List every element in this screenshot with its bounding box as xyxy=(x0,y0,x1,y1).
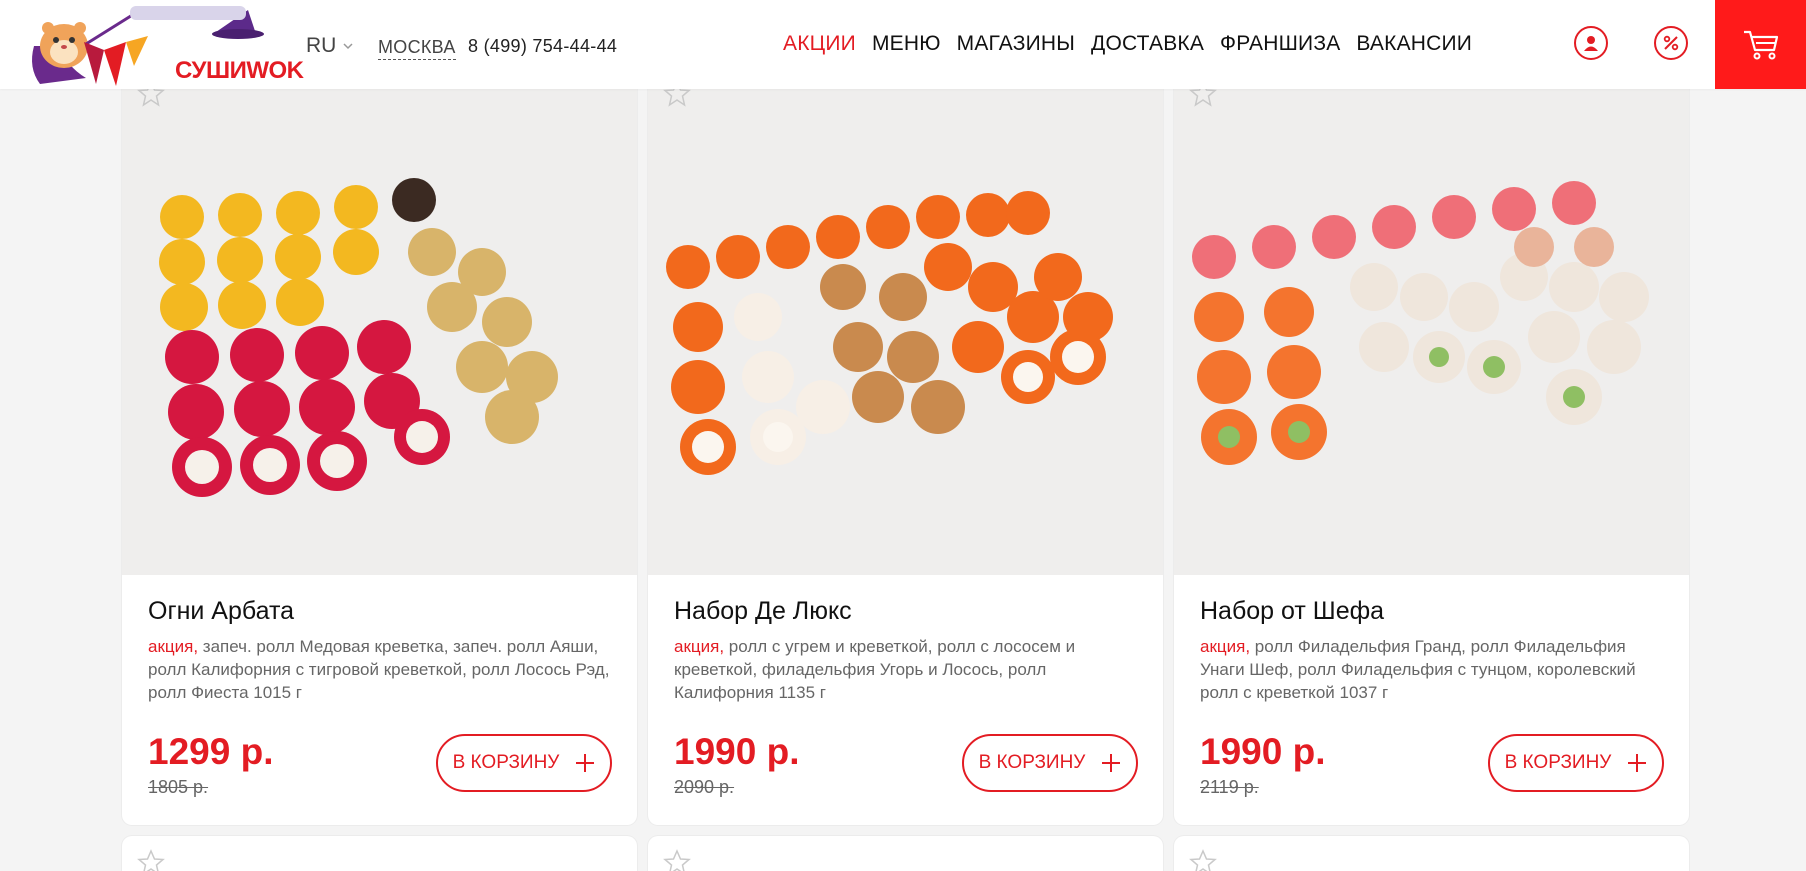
product-price: 1990 р. xyxy=(1200,731,1326,772)
user-icon xyxy=(1584,36,1598,51)
add-to-cart-button[interactable]: В КОРЗИНУ xyxy=(1488,734,1664,792)
nav-item-franchise[interactable]: ФРАНШИЗА xyxy=(1220,32,1340,56)
chevron-down-icon xyxy=(343,43,353,50)
product-description: акция, ролл с угрем и креветкой, ролл с … xyxy=(674,635,1144,704)
nav-item-promotions[interactable]: АКЦИИ xyxy=(783,32,856,56)
product-old-price: 2119 р. xyxy=(1200,777,1259,797)
product-old-price: 2090 р. xyxy=(674,777,735,797)
promo-tag: акция, xyxy=(1200,637,1251,656)
product-price: 1299 р. xyxy=(148,731,274,772)
site-header: СУШИWOK RU МОСКВА 8 (499) 754-44-44 АКЦИ… xyxy=(0,0,1806,89)
favorite-star-icon[interactable] xyxy=(662,848,692,871)
nav-item-stores[interactable]: МАГАЗИНЫ xyxy=(957,32,1075,56)
product-price: 1990 р. xyxy=(674,731,800,772)
cart-button[interactable] xyxy=(1715,0,1806,89)
cart-icon xyxy=(1743,30,1778,59)
nav-item-delivery[interactable]: ДОСТАВКА xyxy=(1091,32,1204,56)
phone-number[interactable]: 8 (499) 754-44-44 xyxy=(468,36,617,57)
plus-icon xyxy=(1102,754,1121,772)
product-card-next-row[interactable] xyxy=(1174,836,1689,871)
main-nav: АКЦИИ МЕНЮ МАГАЗИНЫ ДОСТАВКА ФРАНШИЗА ВА… xyxy=(783,32,1472,56)
product-card-next-row[interactable] xyxy=(648,836,1163,871)
language-selector[interactable]: RU xyxy=(306,34,354,58)
promotions-button[interactable] xyxy=(1654,26,1688,60)
product-composition: ролл Филадельфия Гранд, ролл Филадельфия… xyxy=(1200,637,1636,702)
nav-item-menu[interactable]: МЕНЮ xyxy=(872,32,941,56)
logo-wordmark: СУШИWOK xyxy=(175,57,304,84)
product-description: акция, запеч. ролл Медовая креветка, зап… xyxy=(148,635,618,704)
add-to-cart-label: В КОРЗИНУ xyxy=(978,752,1086,773)
city-selector[interactable]: МОСКВА xyxy=(378,37,456,60)
site-logo[interactable]: СУШИWOK xyxy=(26,6,304,88)
product-card[interactable]: Огни Арбата акция, запеч. ролл Медовая к… xyxy=(122,57,637,825)
product-description: акция, ролл Филадельфия Гранд, ролл Фила… xyxy=(1200,635,1670,704)
product-title[interactable]: Набор от Шефа xyxy=(1200,597,1384,626)
product-card-next-row[interactable] xyxy=(122,836,637,871)
favorite-star-icon[interactable] xyxy=(136,848,166,871)
product-title[interactable]: Огни Арбата xyxy=(148,597,294,626)
product-title[interactable]: Набор Де Люкс xyxy=(674,597,852,626)
plus-icon xyxy=(576,754,595,772)
product-old-price: 1805 р. xyxy=(148,777,209,797)
product-image[interactable] xyxy=(648,57,1163,575)
product-card[interactable]: Набор от Шефа акция, ролл Филадельфия Гр… xyxy=(1174,57,1689,825)
favorite-star-icon[interactable] xyxy=(1188,848,1218,871)
plus-icon xyxy=(1628,754,1647,772)
language-label: RU xyxy=(306,34,337,57)
product-card[interactable]: Набор Де Люкс акция, ролл с угрем и крев… xyxy=(648,57,1163,825)
add-to-cart-label: В КОРЗИНУ xyxy=(1504,752,1612,773)
product-composition: ролл с угрем и креветкой, ролл с лососем… xyxy=(674,637,1076,702)
nav-item-vacancies[interactable]: ВАКАНСИИ xyxy=(1356,32,1472,56)
product-image[interactable] xyxy=(1174,57,1689,575)
add-to-cart-label: В КОРЗИНУ xyxy=(452,752,560,773)
add-to-cart-button[interactable]: В КОРЗИНУ xyxy=(962,734,1138,792)
account-button[interactable] xyxy=(1574,26,1608,60)
promo-tag: акция, xyxy=(674,637,725,656)
product-composition: запеч. ролл Медовая креветка, запеч. рол… xyxy=(148,637,610,702)
product-image[interactable] xyxy=(122,57,637,575)
promo-tag: акция, xyxy=(148,637,199,656)
percent-icon xyxy=(1663,35,1679,51)
page: СУШИWOK RU МОСКВА 8 (499) 754-44-44 АКЦИ… xyxy=(0,0,1806,871)
add-to-cart-button[interactable]: В КОРЗИНУ xyxy=(436,734,612,792)
